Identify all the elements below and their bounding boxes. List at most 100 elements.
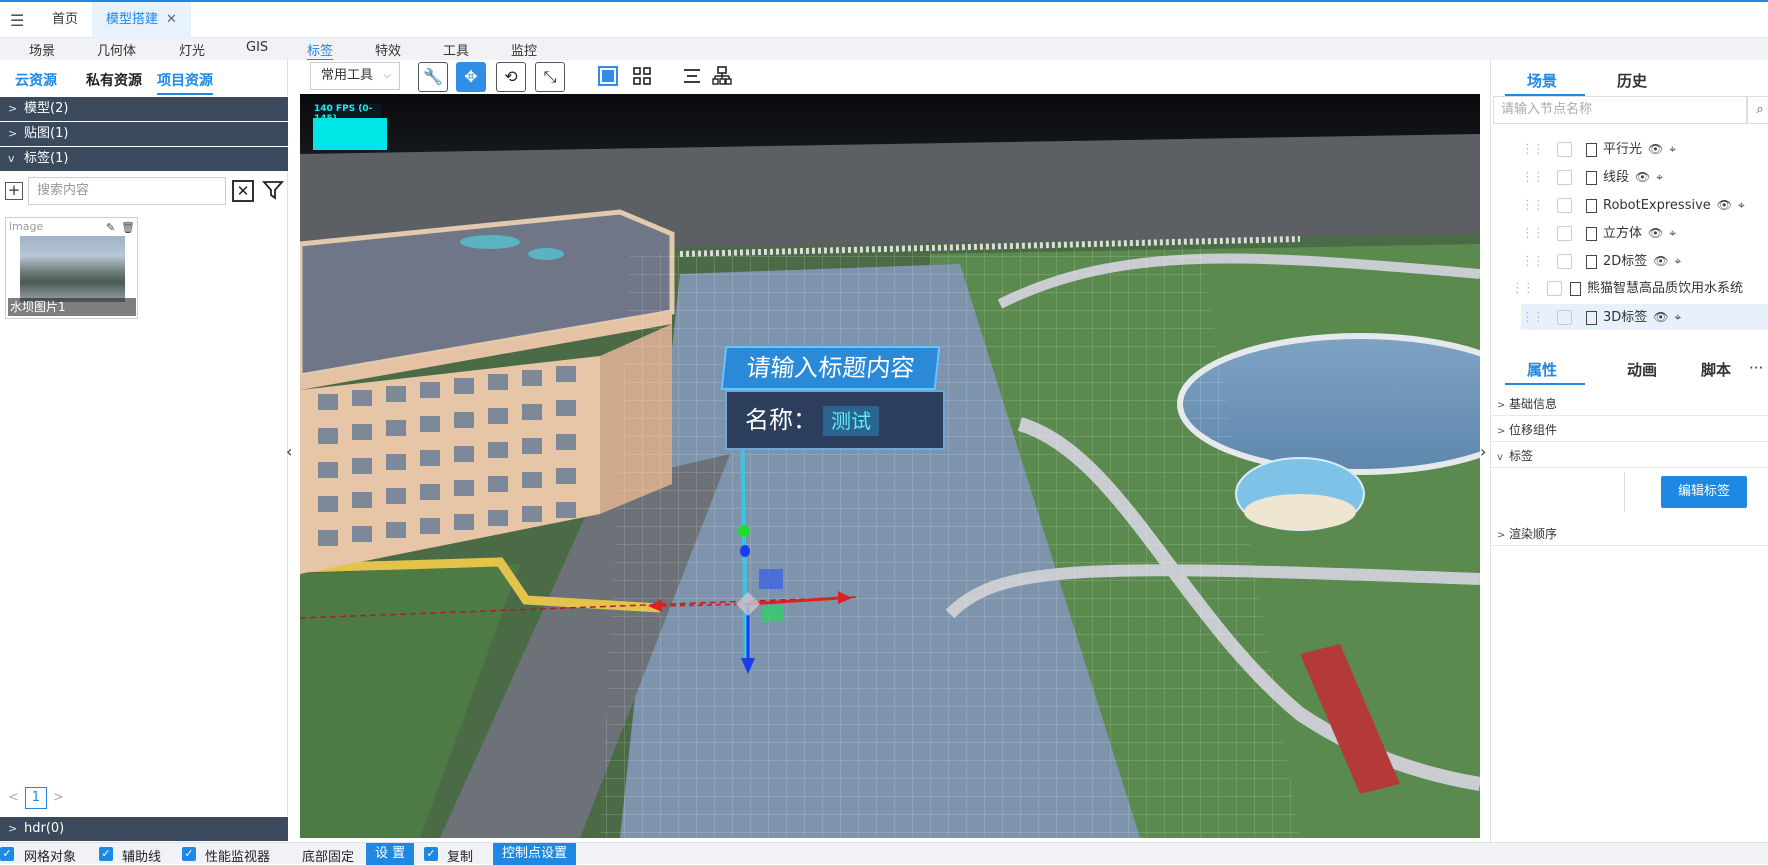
tag-body[interactable]: 名称： 测试 [725, 390, 945, 450]
edit-tag-button[interactable]: 编辑标签 [1661, 476, 1747, 508]
image-card-type: image [9, 220, 44, 233]
single-view-icon[interactable] [598, 66, 618, 91]
prev-page-icon[interactable]: < [8, 790, 19, 805]
drag-handle-icon[interactable]: ⋮⋮ [1521, 305, 1551, 331]
align-icon[interactable] [682, 66, 702, 91]
tab-project-resources[interactable]: 项目资源 [157, 70, 213, 95]
eye-icon[interactable]: 👁 [1653, 254, 1668, 268]
node-search-input[interactable]: 请输入节点名称 [1493, 96, 1747, 124]
scale-icon[interactable]: ⤡ [535, 62, 565, 92]
scene-node-selected[interactable]: ⋮⋮ 3D标签 👁 ⌖ [1521, 304, 1768, 330]
section-model[interactable]: > 模型(2) [0, 97, 288, 121]
scene-node[interactable]: ⋮⋮ 2D标签 👁 ⌖ [1521, 248, 1681, 274]
image-card[interactable]: image ✎ 🗑 水坝图片1 [5, 217, 138, 319]
search-icon[interactable]: ⌕ [1747, 96, 1768, 124]
tab-script[interactable]: 脚本 [1701, 359, 1731, 380]
next-page-icon[interactable]: > [53, 790, 64, 805]
drag-handle-icon[interactable]: ⋮⋮ [1511, 276, 1541, 302]
drag-handle-icon[interactable]: ⋮⋮ [1521, 193, 1551, 219]
clear-icon[interactable]: ✕ [232, 180, 254, 202]
tab-private-resources[interactable]: 私有资源 [86, 70, 142, 90]
scene-node[interactable]: ⋮⋮ 熊猫智慧高品质饮用水系统 [1511, 276, 1768, 302]
helper-checkbox[interactable]: ✓ [99, 847, 113, 861]
drag-handle-icon[interactable]: ⋮⋮ [1521, 221, 1551, 247]
section-tag[interactable]: v 标签(1) [0, 147, 288, 171]
menu-tools[interactable]: 工具 [443, 40, 469, 59]
set-button[interactable]: 设 置 [366, 843, 415, 865]
wrench-icon[interactable]: 🔧 [418, 62, 448, 92]
rotate-icon[interactable]: ⟲ [496, 62, 526, 92]
node-checkbox[interactable] [1557, 142, 1572, 157]
tab-history[interactable]: 历史 [1617, 70, 1647, 91]
perf-checkbox[interactable]: ✓ [182, 847, 196, 861]
menu-geometry[interactable]: 几何体 [97, 40, 136, 59]
scene-node[interactable]: ⋮⋮ 线段 👁 ⌖ [1521, 164, 1663, 190]
prop-section-basic[interactable]: > 基础信息 [1491, 392, 1768, 416]
node-checkbox[interactable] [1557, 254, 1572, 269]
section-texture[interactable]: > 贴图(1) [0, 122, 288, 146]
location-icon[interactable]: ⌖ [1656, 170, 1663, 184]
tag-title[interactable]: 请输入标题内容 [720, 346, 941, 390]
prop-section-transform[interactable]: > 位移组件 [1491, 418, 1768, 442]
location-icon[interactable]: ⌖ [1669, 226, 1676, 240]
drag-handle-icon[interactable]: ⋮⋮ [1521, 137, 1551, 163]
resource-panel: 云资源 私有资源 项目资源 > 模型(2) > 贴图(1) v 标签(1) + 搜索内… [0, 60, 288, 842]
search-input[interactable]: 搜索内容 [28, 177, 226, 205]
eye-icon[interactable]: 👁 [1653, 310, 1668, 324]
eye-icon[interactable]: 👁 [1717, 198, 1732, 212]
control-points-button[interactable]: 控制点设置 [493, 843, 577, 865]
node-checkbox[interactable] [1557, 226, 1572, 241]
move-icon[interactable]: ✥ [456, 62, 486, 92]
menu-light[interactable]: 灯光 [179, 40, 205, 59]
tab-properties[interactable]: 属性 [1527, 359, 1557, 380]
3d-viewport[interactable]: 140 FPS (0-145) 请输入标题内容 名称：测试 [300, 94, 1480, 838]
node-checkbox[interactable] [1557, 198, 1572, 213]
chevron-right-icon: > [8, 822, 18, 835]
hierarchy-icon[interactable] [712, 66, 732, 91]
prop-section-tag[interactable]: v 标签 [1491, 444, 1768, 468]
menu-tag[interactable]: 标签 [307, 40, 334, 61]
file-icon [1570, 281, 1581, 296]
menu-effect[interactable]: 特效 [375, 40, 401, 59]
drag-handle-icon[interactable]: ⋮⋮ [1521, 165, 1551, 191]
tab-cloud-resources[interactable]: 云资源 [15, 70, 57, 90]
section-hdr[interactable]: > hdr(0) [0, 817, 288, 841]
filter-icon[interactable] [262, 179, 284, 201]
node-checkbox[interactable] [1547, 281, 1562, 296]
scene-node[interactable]: ⋮⋮ 平行光 👁 ⌖ [1521, 136, 1676, 162]
close-icon[interactable]: ✕ [166, 12, 177, 27]
collapse-right-icon[interactable]: › [1480, 442, 1486, 461]
scene-node[interactable]: ⋮⋮ 立方体 👁 ⌖ [1521, 220, 1676, 246]
tab-scene[interactable]: 场景 [1527, 70, 1557, 91]
location-icon[interactable]: ⌖ [1675, 310, 1682, 324]
add-icon[interactable]: + [5, 182, 23, 200]
viewport-toolbar: 常用工具 ⌵ 🔧 ✥ ⟲ ⤡ [298, 60, 1480, 94]
menu-scene[interactable]: 场景 [29, 40, 55, 59]
eye-icon[interactable]: 👁 [1635, 170, 1650, 184]
scene-node[interactable]: ⋮⋮ RobotExpressive 👁 ⌖ [1521, 192, 1745, 218]
edit-icon[interactable]: ✎ [106, 221, 115, 234]
drag-handle-icon[interactable]: ⋮⋮ [1521, 249, 1551, 275]
more-icon[interactable]: ··· [1749, 359, 1763, 377]
prop-section-render-order[interactable]: > 渲染顺序 [1491, 522, 1768, 546]
tab-animation[interactable]: 动画 [1627, 359, 1657, 380]
grid-view-icon[interactable] [632, 66, 652, 91]
delete-icon[interactable]: 🗑 [121, 221, 135, 234]
collapse-left-icon[interactable]: ‹ [286, 442, 292, 461]
eye-icon[interactable]: 👁 [1648, 226, 1663, 240]
tab-home[interactable]: 首页 [38, 2, 92, 38]
copy-checkbox[interactable]: ✓ [424, 847, 438, 861]
tool-select[interactable]: 常用工具 ⌵ [310, 62, 400, 90]
menu-icon[interactable]: ☰ [10, 11, 24, 30]
page-number[interactable]: 1 [24, 787, 47, 809]
eye-icon[interactable]: 👁 [1648, 142, 1663, 156]
location-icon[interactable]: ⌖ [1738, 198, 1745, 212]
node-checkbox[interactable] [1557, 310, 1572, 325]
node-checkbox[interactable] [1557, 170, 1572, 185]
grid-checkbox[interactable]: ✓ [0, 847, 14, 861]
location-icon[interactable]: ⌖ [1669, 142, 1676, 156]
tab-model-builder[interactable]: 模型搭建 ✕ [92, 2, 191, 38]
location-icon[interactable]: ⌖ [1675, 254, 1682, 268]
menu-gis[interactable]: GIS [246, 40, 268, 55]
menu-monitor[interactable]: 监控 [511, 40, 537, 59]
